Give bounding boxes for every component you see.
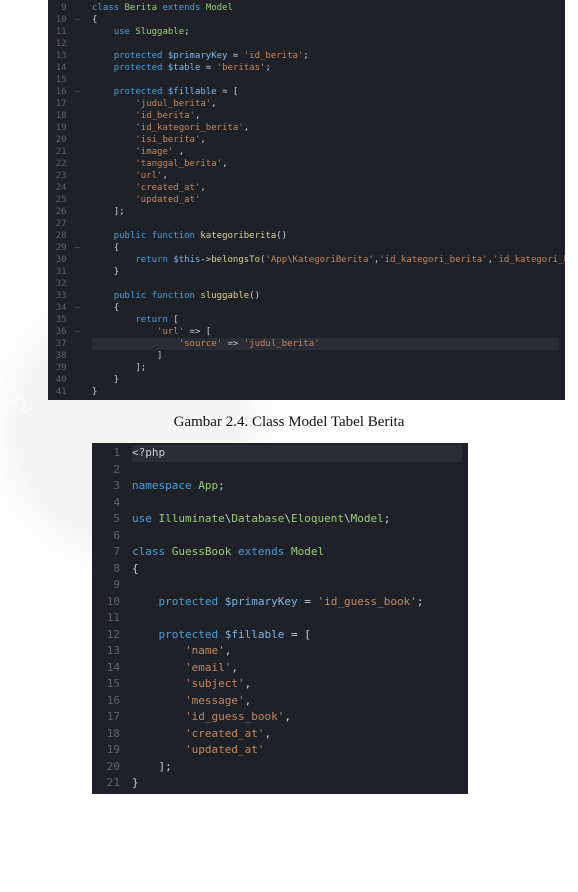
gutter-1: 9 10 –11 12 13 14 15 16 –17 18 19 20 21 … xyxy=(48,0,84,400)
code-area-1: class Berita extends Model{ use Sluggabl… xyxy=(84,0,565,400)
gutter-2: 123456789101112131415161718192021 xyxy=(92,443,124,794)
code-area-2: <?phpnamespace App;use Illuminate\Databa… xyxy=(124,443,468,794)
code-block-berita: 9 10 –11 12 13 14 15 16 –17 18 19 20 21 … xyxy=(48,0,565,400)
figure-caption-1: Gambar 2.4. Class Model Tabel Berita xyxy=(0,414,578,431)
code-block-guessbook: 123456789101112131415161718192021 <?phpn… xyxy=(92,443,468,794)
